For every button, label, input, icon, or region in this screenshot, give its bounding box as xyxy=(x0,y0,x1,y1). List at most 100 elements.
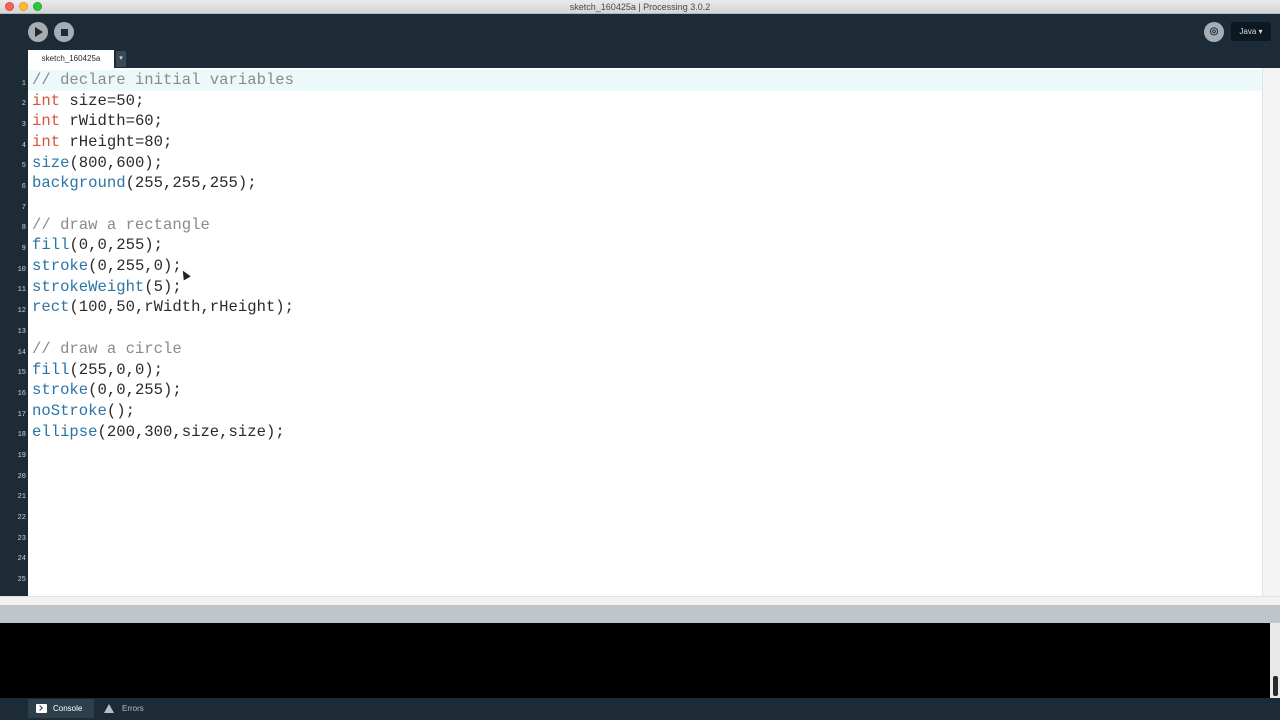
line-number: 8 xyxy=(21,224,26,233)
code-comment: // draw a rectangle xyxy=(32,215,210,234)
code-function: ellipse xyxy=(32,422,98,441)
code-keyword: int xyxy=(32,133,61,152)
code-line[interactable]: noStroke(); xyxy=(32,401,135,422)
line-number: 15 xyxy=(17,369,26,378)
code-line[interactable]: stroke(0,255,0); xyxy=(32,256,182,277)
code-line[interactable]: stroke(0,0,255); xyxy=(32,380,182,401)
code-line[interactable]: background(255,255,255); xyxy=(32,173,257,194)
toolbar: ◎ Java ▾ xyxy=(0,14,1280,50)
code-line[interactable]: strokeWeight(5); xyxy=(32,277,182,298)
line-number: 1 xyxy=(21,79,26,88)
line-number: 5 xyxy=(21,162,26,171)
console-scrollbar-thumb[interactable] xyxy=(1273,676,1278,696)
line-number-row: 12 xyxy=(0,297,28,318)
line-number-row: 7 xyxy=(0,194,28,215)
title-bar: sketch_160425a | Processing 3.0.2 xyxy=(0,0,1280,14)
tab-menu-arrow-icon[interactable]: ▾ xyxy=(116,51,126,67)
line-number-row: 5 xyxy=(0,153,28,174)
warning-icon xyxy=(104,704,114,713)
line-number: 16 xyxy=(17,389,26,398)
code-function: strokeWeight xyxy=(32,277,145,296)
line-number-row: 1 xyxy=(0,70,28,91)
line-number: 11 xyxy=(17,286,26,295)
line-number-row: 18 xyxy=(0,422,28,443)
line-number: 7 xyxy=(21,203,26,212)
line-number: 14 xyxy=(17,348,26,357)
code-comment: // declare initial variables xyxy=(32,71,295,89)
console-divider[interactable] xyxy=(0,605,1280,623)
code-line[interactable]: // draw a circle xyxy=(32,339,182,360)
code-line[interactable]: fill(0,0,255); xyxy=(32,235,163,256)
play-icon xyxy=(35,27,43,37)
code-line[interactable]: int rWidth=60; xyxy=(32,111,163,132)
code-line[interactable]: fill(255,0,0); xyxy=(32,360,163,381)
line-number-row: 6 xyxy=(0,173,28,194)
tab-errors[interactable]: Errors xyxy=(100,699,160,718)
line-number: 17 xyxy=(17,410,26,419)
code-keyword: int xyxy=(32,91,61,110)
line-number: 24 xyxy=(17,555,26,564)
code-line[interactable]: size(800,600); xyxy=(32,153,163,174)
tab-console[interactable]: Console xyxy=(28,699,94,718)
line-number: 9 xyxy=(21,245,26,254)
sketch-tab-bar: sketch_160425a ▾ xyxy=(0,50,1280,68)
line-number-row: 4 xyxy=(0,132,28,153)
line-number: 19 xyxy=(17,451,26,460)
line-number-row: 25 xyxy=(0,566,28,587)
line-number: 23 xyxy=(17,534,26,543)
line-number: 13 xyxy=(17,327,26,336)
line-number-row: 21 xyxy=(0,484,28,505)
line-number-row: 24 xyxy=(0,546,28,567)
line-number: 3 xyxy=(21,121,26,130)
stop-button[interactable] xyxy=(54,22,74,42)
line-number: 2 xyxy=(21,100,26,109)
code-function: size xyxy=(32,153,70,172)
debugger-icon: ◎ xyxy=(1209,26,1219,37)
code-keyword: int xyxy=(32,112,61,131)
code-line[interactable]: int size=50; xyxy=(32,91,144,112)
line-number: 22 xyxy=(17,513,26,522)
line-number: 4 xyxy=(21,141,26,150)
line-number-row: 9 xyxy=(0,235,28,256)
stop-icon xyxy=(60,28,68,36)
code-editor: 1 2 3 4 5 6 7 8 9 10 11 12 13 14 15 16 17 18 19 20 21 22 23 24 2… xyxy=(0,68,1280,596)
code-function: fill xyxy=(32,236,70,255)
editor-vertical-scrollbar[interactable] xyxy=(1262,68,1280,596)
processing-ide-window: sketch_160425a | Processing 3.0.2 ◎ Java… xyxy=(0,0,1280,720)
line-number: 21 xyxy=(17,493,26,502)
line-number-row: 10 xyxy=(0,256,28,277)
line-number-row: 11 xyxy=(0,277,28,298)
line-number: 6 xyxy=(21,183,26,192)
line-number: 10 xyxy=(17,265,26,274)
run-button[interactable] xyxy=(28,22,48,42)
errors-tab-label: Errors xyxy=(122,704,144,713)
line-number-row: 3 xyxy=(0,111,28,132)
code-line[interactable]: // declare initial variables xyxy=(32,70,294,91)
bottom-tab-bar: Console Errors xyxy=(0,698,1280,720)
line-number: 18 xyxy=(17,431,26,440)
console-output[interactable] xyxy=(0,623,1270,698)
line-number-row: 13 xyxy=(0,318,28,339)
window-title: sketch_160425a | Processing 3.0.2 xyxy=(569,2,711,12)
line-number-row: 15 xyxy=(0,360,28,381)
line-number: 25 xyxy=(17,575,26,584)
code-line[interactable]: rect(100,50,rWidth,rHeight); xyxy=(32,297,294,318)
tab-sketch[interactable]: sketch_160425a xyxy=(28,50,114,68)
code-line[interactable]: int rHeight=80; xyxy=(32,132,172,153)
line-number-row: 8 xyxy=(0,215,28,236)
code-comment: // draw a circle xyxy=(32,339,182,358)
line-number-row: 2 xyxy=(0,91,28,112)
code-text-area[interactable]: // declare initial variables int size=50;… xyxy=(28,68,1262,596)
line-number-row: 16 xyxy=(0,380,28,401)
code-function: stroke xyxy=(32,381,89,400)
code-line[interactable]: ellipse(200,300,size,size); xyxy=(32,422,285,443)
code-function: background xyxy=(32,174,126,193)
code-function: stroke xyxy=(32,257,89,276)
line-number: 20 xyxy=(17,472,26,481)
line-number-row: 20 xyxy=(0,463,28,484)
editor-horizontal-scrollbar[interactable] xyxy=(0,596,1280,605)
code-line[interactable]: // draw a rectangle xyxy=(32,215,210,236)
line-number: 12 xyxy=(17,307,26,316)
debugger-button[interactable]: ◎ xyxy=(1204,22,1224,42)
mode-selector[interactable]: Java ▾ xyxy=(1231,22,1271,41)
